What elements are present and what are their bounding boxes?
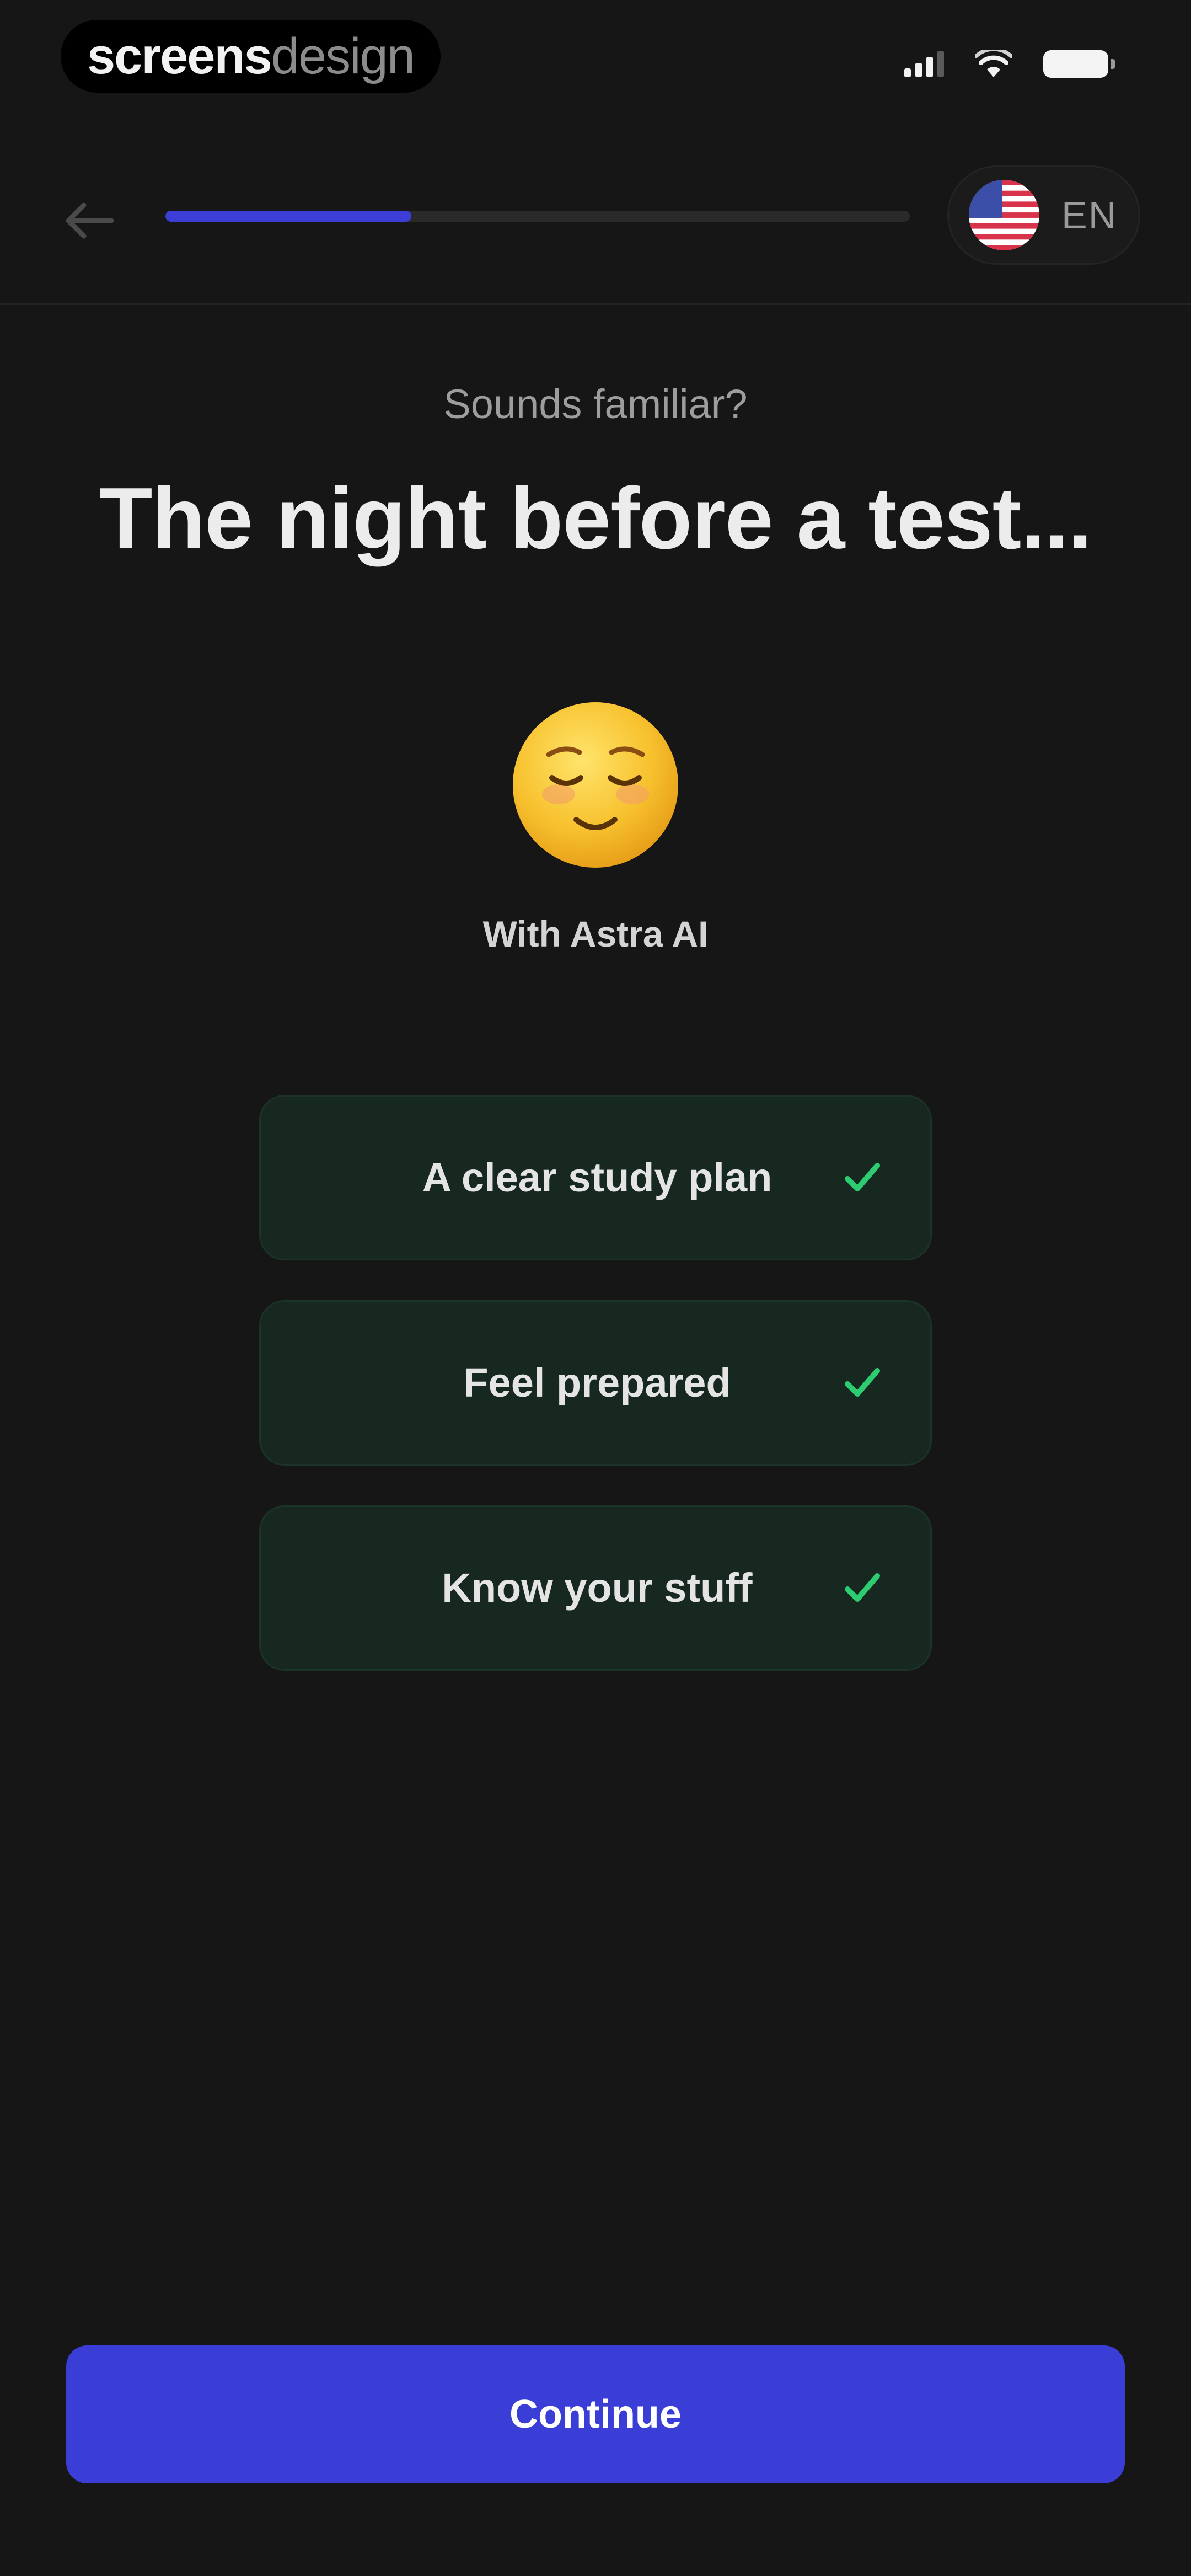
battery-icon [1043,50,1115,78]
arrow-left-icon [66,202,114,239]
astra-caption: With Astra AI [482,913,709,954]
back-button[interactable] [55,188,121,254]
benefit-card-study-plan: A clear study plan [259,1095,932,1260]
progress-fill [165,211,411,222]
check-icon [845,1163,880,1191]
language-selector[interactable]: EN [947,165,1140,265]
language-code: EN [1061,194,1118,237]
status-bar: screens design [0,0,1191,127]
continue-button[interactable]: Continue [66,2345,1125,2483]
status-icons [904,50,1115,78]
check-icon [845,1368,880,1397]
benefit-label: Know your stuff [442,1565,753,1611]
benefit-label: Feel prepared [463,1360,731,1405]
wifi-icon [975,50,1012,77]
progress-bar [165,211,910,222]
eyebrow-text: Sounds familiar? [443,381,748,427]
onboarding-header: EN [0,127,1191,305]
benefit-card-know-your-stuff: Know your stuff [259,1505,932,1671]
us-flag-icon [969,180,1039,250]
screensdesign-watermark: screens design [61,20,441,93]
relieved-face-icon [513,702,678,868]
page-title: The night before a test... [99,470,1092,567]
check-icon [845,1573,880,1602]
watermark-secondary: design [271,28,415,84]
benefit-label: A clear study plan [422,1155,772,1200]
signal-icon [904,51,944,77]
watermark-primary: screens [87,28,272,84]
benefit-card-feel-prepared: Feel prepared [259,1300,932,1466]
